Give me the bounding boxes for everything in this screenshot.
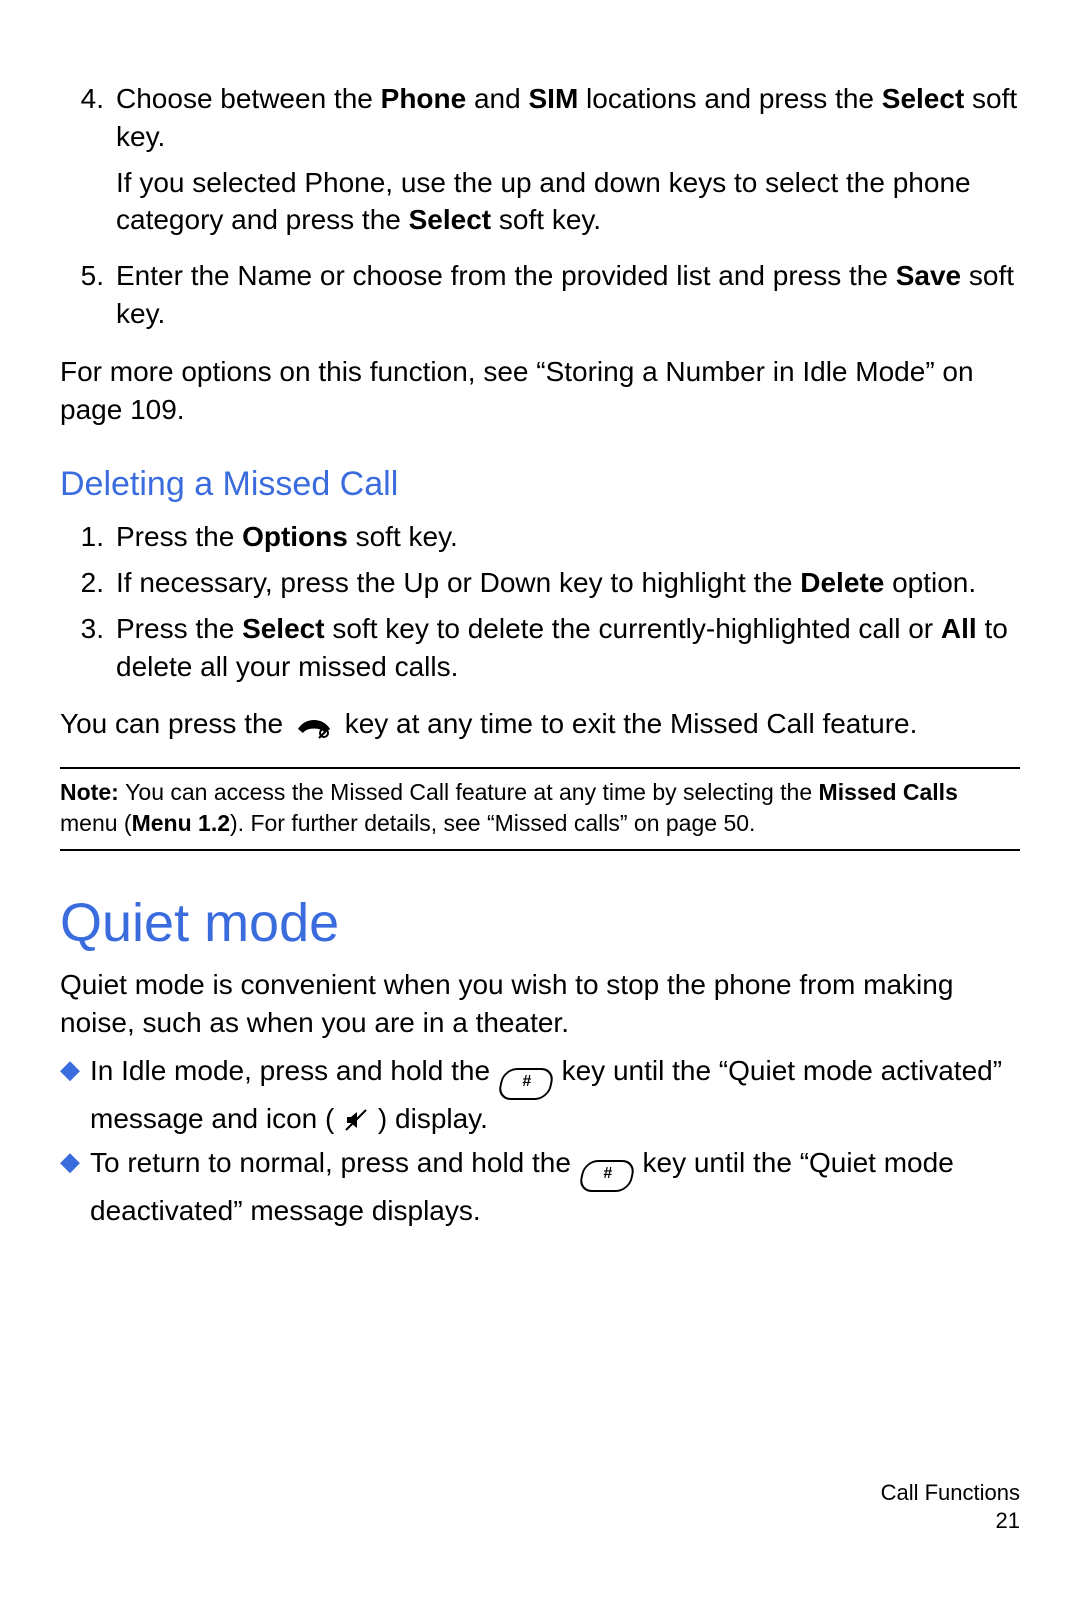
list-number: 5. [60, 257, 116, 333]
bullet-text: To return to normal, press and hold the … [90, 1144, 1020, 1230]
list-text: If necessary, press the Up or Down key t… [116, 564, 976, 602]
list-number: 4. [60, 80, 116, 156]
diamond-bullet-icon: ◆ [60, 1144, 90, 1230]
ordered-list-delete: 1. Press the Options soft key. 2. If nec… [60, 518, 1020, 685]
bullet-item: ◆ In Idle mode, press and hold the # key… [60, 1052, 1020, 1142]
list-item: 3. Press the Select soft key to delete t… [60, 610, 1020, 686]
diamond-bullet-icon: ◆ [60, 1052, 90, 1142]
divider [60, 767, 1020, 769]
mute-icon [344, 1104, 368, 1142]
divider [60, 849, 1020, 851]
exit-paragraph: You can press the key at any time to exi… [60, 705, 1020, 749]
list-text: Press the Options soft key. [116, 518, 458, 556]
list-item: 2. If necessary, press the Up or Down ke… [60, 564, 1020, 602]
footer-page-number: 21 [881, 1507, 1020, 1536]
ordered-list-continue: 4. Choose between the Phone and SIM loca… [60, 80, 1020, 333]
quiet-intro-paragraph: Quiet mode is convenient when you wish t… [60, 966, 1020, 1042]
end-call-key-icon [295, 711, 333, 749]
list-number: 2. [60, 564, 116, 602]
bullet-text: In Idle mode, press and hold the # key u… [90, 1052, 1020, 1142]
hash-key-icon: # [496, 1068, 555, 1100]
footer-section-name: Call Functions [881, 1479, 1020, 1508]
bullet-item: ◆ To return to normal, press and hold th… [60, 1144, 1020, 1230]
list-item-4-sub: If you selected Phone, use the up and do… [60, 164, 1020, 240]
page-footer: Call Functions 21 [881, 1479, 1020, 1536]
list-text: Press the Select soft key to delete the … [116, 610, 1020, 686]
for-more-paragraph: For more options on this function, see “… [60, 353, 1020, 429]
note-block: Note: You can access the Missed Call fea… [60, 775, 1020, 841]
list-text: Enter the Name or choose from the provid… [116, 257, 1020, 333]
list-number: 3. [60, 610, 116, 686]
list-item-4: 4. Choose between the Phone and SIM loca… [60, 80, 1020, 156]
heading-deleting-missed-call: Deleting a Missed Call [60, 462, 1020, 508]
heading-quiet-mode: Quiet mode [60, 887, 1020, 960]
hash-key-icon: # [577, 1160, 636, 1192]
list-item-5: 5. Enter the Name or choose from the pro… [60, 257, 1020, 333]
list-text: Choose between the Phone and SIM locatio… [116, 80, 1020, 156]
list-item: 1. Press the Options soft key. [60, 518, 1020, 556]
list-number: 1. [60, 518, 116, 556]
